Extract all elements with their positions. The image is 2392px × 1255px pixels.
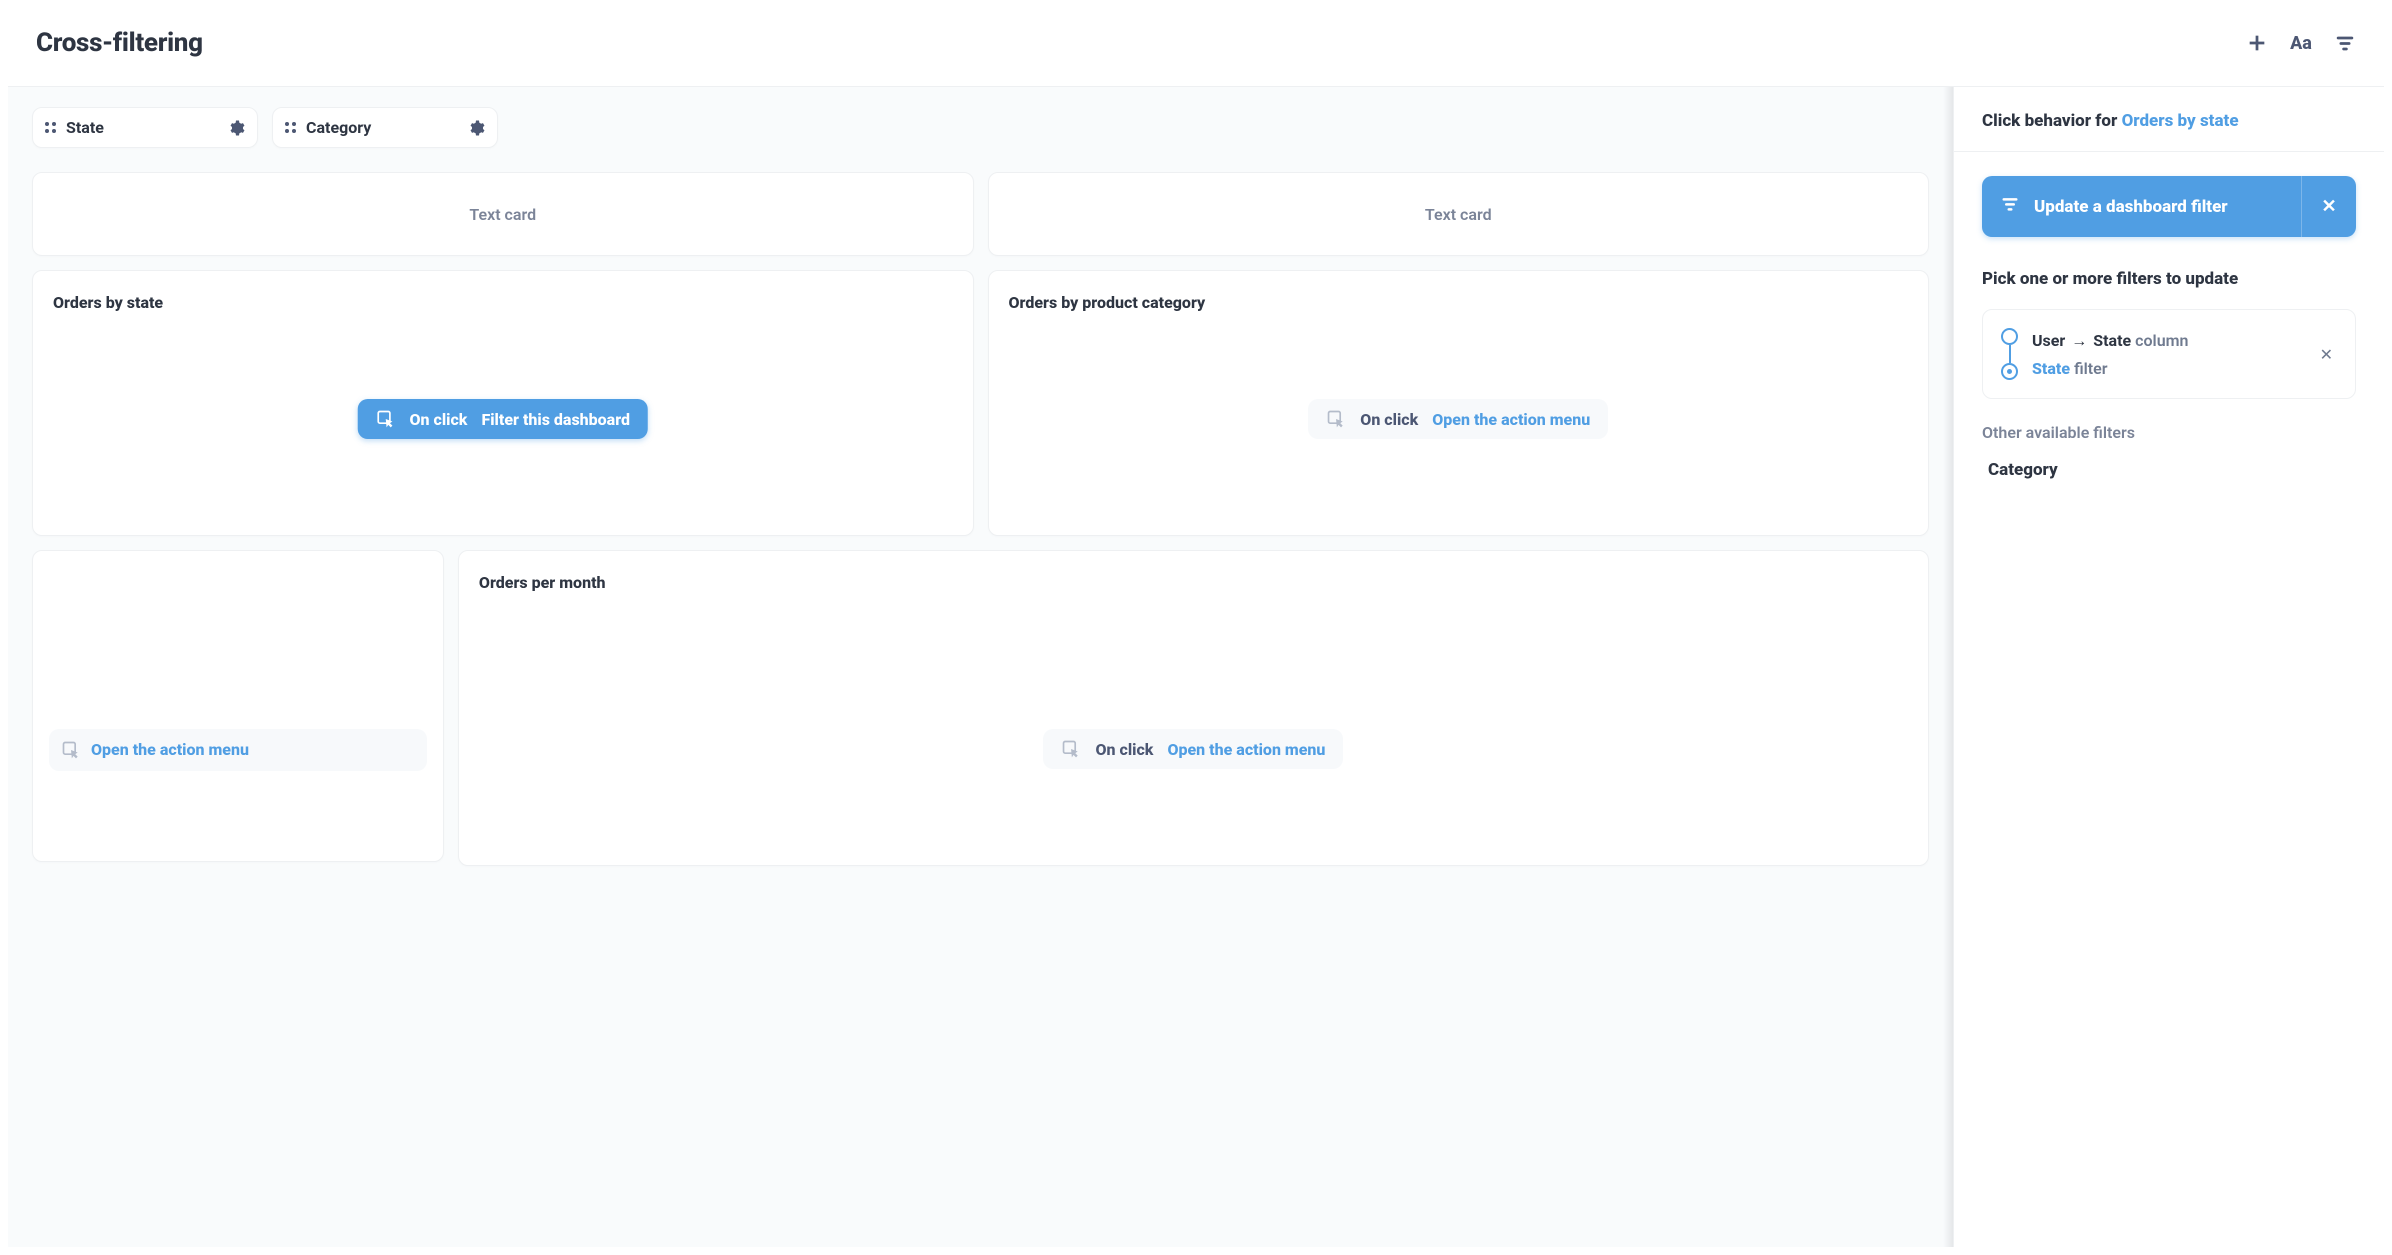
pill-action-label: Filter this dashboard [481, 410, 630, 429]
filter-icon[interactable] [2334, 32, 2356, 54]
gear-icon[interactable] [467, 119, 485, 137]
close-icon[interactable]: ✕ [2301, 176, 2356, 237]
click-behavior-pill[interactable]: On click Filter this dashboard [357, 399, 648, 439]
mapping-text: User→Statecolumn Statefilter [2032, 331, 2302, 378]
text-card[interactable]: Text card [32, 172, 974, 256]
click-behavior-pill[interactable]: On click Open the action menu [1043, 729, 1343, 769]
body: State Category Text card [8, 87, 2384, 1247]
add-icon[interactable] [2246, 32, 2268, 54]
sidebar-target-link[interactable]: Orders by state [2122, 111, 2239, 131]
card-row-1: Text card Text card Orders by state On c… [32, 172, 1929, 536]
cursor-click-icon [1326, 409, 1346, 429]
text-card-label: Text card [1425, 205, 1492, 224]
mapping-source: User→Statecolumn [2032, 331, 2302, 351]
pill-onclick-label: On click [1360, 410, 1418, 429]
mapping-target: Statefilter [2032, 359, 2302, 378]
card-title: Orders per month [479, 573, 1908, 592]
card-row-2: Open the action menu Orders per month On… [32, 550, 1929, 866]
remove-mapping-icon[interactable]: ✕ [2316, 341, 2337, 368]
text-card-label: Text card [469, 205, 536, 224]
click-behavior-pill[interactable]: On click Open the action menu [1308, 399, 1608, 439]
cursor-click-icon [1061, 739, 1081, 759]
other-filter-item-category[interactable]: Category [1982, 460, 2356, 480]
update-dashboard-filter-banner: Update a dashboard filter ✕ [1982, 176, 2356, 237]
card-orders-by-category[interactable]: Orders by product category On click Open… [988, 270, 1930, 536]
filter-chip-state[interactable]: State [32, 107, 258, 148]
text-style-icon[interactable]: Aa [2290, 32, 2312, 54]
page-title: Cross-filtering [36, 28, 203, 58]
banner-label: Update a dashboard filter [2034, 197, 2228, 217]
click-behavior-pill[interactable]: Open the action menu [49, 729, 427, 771]
card-orders-by-state[interactable]: Orders by state On click Filter this das… [32, 270, 974, 536]
sidebar-body: Update a dashboard filter ✕ Pick one or … [1954, 152, 2384, 504]
pill-action-label: Open the action menu [1432, 410, 1590, 429]
filter-chip-label: Category [306, 118, 371, 137]
cursor-click-icon [61, 740, 81, 760]
grip-icon [285, 122, 296, 133]
card-orders-per-month[interactable]: Orders per month On click Open the actio… [458, 550, 1929, 866]
card-title: Orders by product category [1009, 293, 1909, 312]
mapping-graphic-icon [2001, 328, 2018, 380]
card-narrow[interactable]: Open the action menu [32, 550, 444, 862]
pill-onclick-label: On click [409, 410, 467, 429]
filter-mapping-card[interactable]: User→Statecolumn Statefilter ✕ [1982, 309, 2356, 399]
text-card[interactable]: Text card [988, 172, 1930, 256]
gear-icon[interactable] [227, 119, 245, 137]
pick-filters-label: Pick one or more filters to update [1982, 269, 2356, 289]
filter-list-icon [2000, 194, 2020, 219]
other-filters-label: Other available filters [1982, 423, 2356, 442]
sidebar-header-prefix: Click behavior for [1982, 111, 2122, 131]
click-behavior-sidebar: Click behavior for Orders by state Updat… [1954, 87, 2384, 1247]
grip-icon [45, 122, 56, 133]
pill-action-label: Open the action menu [91, 739, 249, 761]
filter-chip-category[interactable]: Category [272, 107, 498, 148]
pill-action-label: Open the action menu [1167, 740, 1325, 759]
dashboard-canvas: State Category Text card [8, 87, 1954, 1247]
card-title: Orders by state [53, 293, 953, 312]
sidebar-header: Click behavior for Orders by state [1954, 87, 2384, 152]
filter-chip-label: State [66, 118, 104, 137]
pill-onclick-label: On click [1095, 740, 1153, 759]
banner-main[interactable]: Update a dashboard filter [1982, 176, 2301, 237]
scroll-shadow [1943, 87, 1953, 1247]
cursor-click-icon [375, 409, 395, 429]
arrow-right-icon: → [2071, 331, 2087, 350]
dashboard-filter-chips: State Category [32, 107, 1929, 148]
header-actions: Aa [2246, 32, 2356, 54]
page-header: Cross-filtering Aa [8, 8, 2384, 87]
